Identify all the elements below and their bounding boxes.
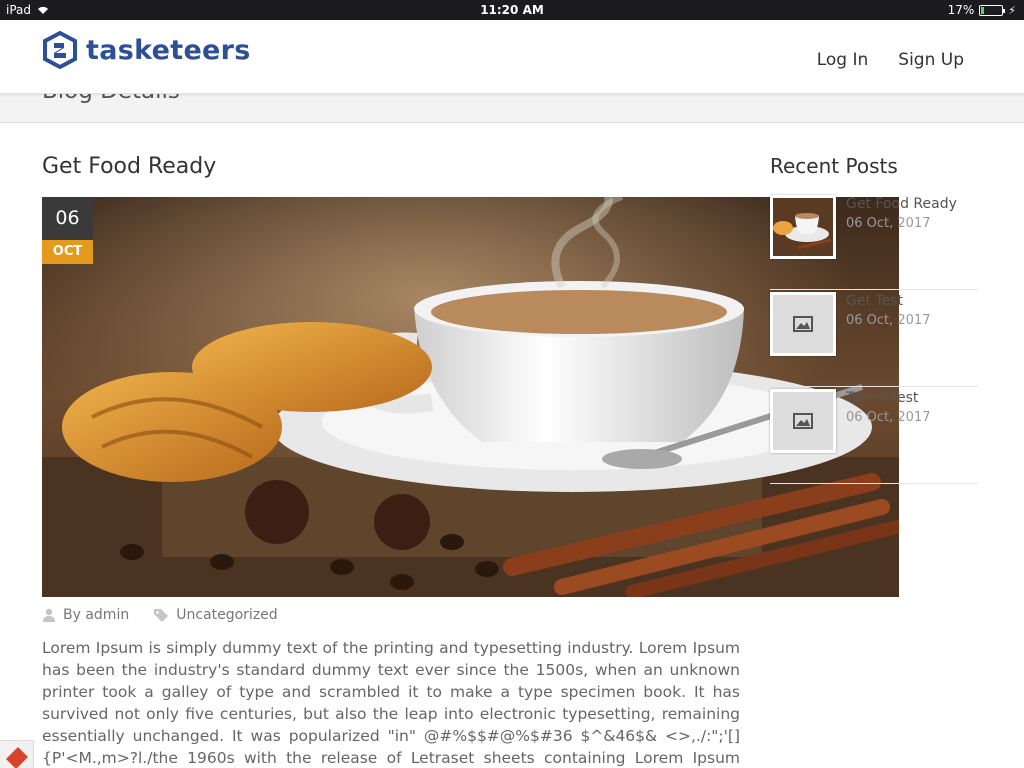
post-author[interactable]: By admin [63, 607, 129, 623]
battery-icon [979, 4, 1006, 16]
recent-post-item[interactable]: Get Food Ready 06 Oct, 2017 [770, 193, 978, 290]
battery-percent: 17% [947, 3, 975, 17]
recent-post-date: 06 Oct, 2017 [846, 410, 931, 425]
signup-link[interactable]: Sign Up [898, 50, 964, 70]
recent-post-item[interactable]: Tahini Test 06 Oct, 2017 [770, 387, 978, 484]
header-nav: Log In Sign Up [817, 50, 964, 70]
recent-post-date: 06 Oct, 2017 [846, 216, 931, 231]
user-icon [43, 608, 55, 622]
logo-text: tasketeers [86, 34, 251, 66]
post-meta: By admin Uncategorized [42, 607, 278, 623]
post-category[interactable]: Uncategorized [176, 607, 277, 623]
site-logo[interactable]: tasketeers [42, 31, 251, 69]
image-placeholder-icon [770, 292, 836, 356]
recent-post-date: 06 Oct, 2017 [846, 313, 931, 328]
recent-posts-list: Get Food Ready 06 Oct, 2017 Get Test 06 … [770, 193, 978, 484]
post-date-month: OCT [42, 240, 93, 264]
page-title: Blog Details [42, 94, 180, 104]
page-title-bar: Blog Details [0, 94, 1024, 123]
login-link[interactable]: Log In [817, 50, 869, 70]
recent-post-item[interactable]: Get Test 06 Oct, 2017 [770, 290, 978, 387]
clock: 11:20 AM [480, 3, 544, 17]
post-title: Get Food Ready [42, 154, 217, 179]
coffee-thumbnail-icon [770, 195, 836, 259]
recent-post-title[interactable]: Get Test [846, 293, 931, 309]
ios-status-bar: iPad 11:20 AM 17% ⚡ [0, 0, 1024, 20]
tasketeers-logo-icon [43, 31, 77, 69]
post-date-badge: 06 OCT [42, 197, 93, 264]
image-placeholder-icon [770, 389, 836, 453]
recent-post-title[interactable]: Get Food Ready [846, 196, 957, 212]
recent-posts-title: Recent Posts [770, 154, 898, 178]
tag-icon [154, 609, 169, 622]
post-body: Lorem Ipsum is simply dummy text of the … [42, 639, 740, 767]
recent-post-title[interactable]: Tahini Test [846, 390, 931, 406]
charging-icon: ⚡ [1008, 3, 1016, 17]
post-date-day: 06 [42, 197, 93, 240]
corner-widget-icon[interactable] [0, 740, 34, 768]
site-header: tasketeers Log In Sign Up [0, 20, 1024, 94]
